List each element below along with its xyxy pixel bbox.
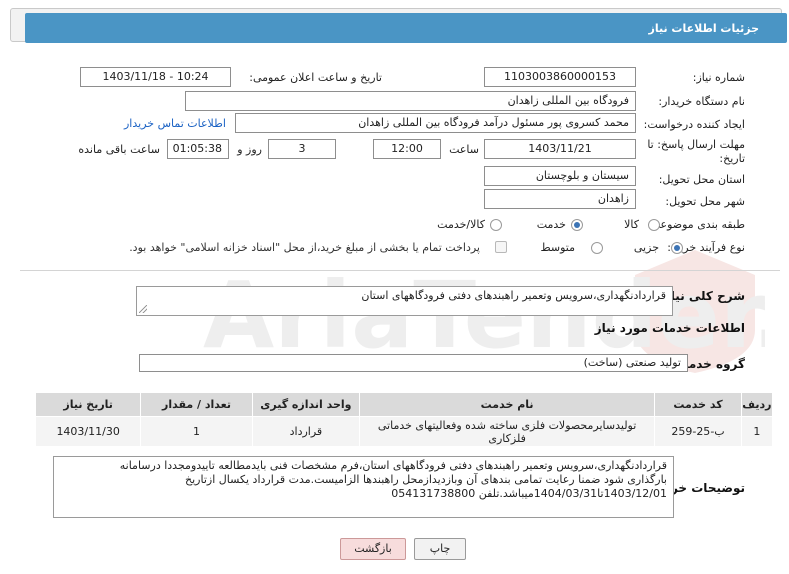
process-radio-medium[interactable] — [591, 242, 603, 254]
deadline-time-label: ساعت — [449, 143, 479, 156]
city-field: زاهدان — [484, 189, 636, 209]
buyer-notes-textarea: قراردادنگهداری،سرویس وتعمیر راهبندهای دف… — [53, 456, 674, 518]
service-group-field: تولید صنعتی (ساخت) — [139, 354, 688, 372]
remaining-label: ساعت باقی مانده — [78, 143, 160, 156]
province-label: استان محل تحویل: — [658, 173, 745, 186]
row-qty: 1 — [140, 416, 253, 447]
table-header-row: ردیف کد خدمت نام خدمت واحد اندازه گیری ت… — [34, 392, 774, 417]
row-unit: قرارداد — [251, 416, 361, 447]
col-header-index: ردیف — [740, 392, 774, 417]
category-option-service: خدمت — [536, 218, 566, 231]
services-table: ردیف کد خدمت نام خدمت واحد اندازه گیری ت… — [34, 392, 774, 447]
resize-grip[interactable] — [139, 305, 147, 313]
col-header-unit: واحد اندازه گیری — [251, 392, 361, 417]
deadline-time-field: 12:00 — [373, 139, 441, 159]
category-option-goods-service: کالا/خدمت — [437, 218, 485, 231]
buyer-notes-line3: 1403/12/01تا1404/03/31میباشد.تلفن 054131… — [391, 487, 667, 500]
city-label: شهر محل تحویل: — [665, 195, 745, 208]
summary-text: قراردادنگهداری،سرویس وتعمیر راهبندهای دف… — [361, 289, 666, 302]
category-radio-service[interactable] — [571, 219, 583, 231]
need-number-label: شماره نیاز: — [692, 71, 745, 84]
header-panel: جزئیات اطلاعات نیاز — [10, 8, 787, 43]
treasury-note: پرداخت تمام یا بخشی از مبلغ خرید،از محل … — [129, 241, 480, 254]
category-label: طبقه بندی موضوعی: — [647, 218, 745, 231]
remaining-time-field: 01:05:38 — [167, 139, 229, 159]
days-label: روز و — [237, 143, 262, 156]
process-option-minor: جزیی — [633, 241, 659, 254]
need-number-field: 1103003860000153 — [484, 67, 636, 87]
announce-label: تاریخ و ساعت اعلان عمومی: — [249, 71, 382, 84]
buyer-notes-line1: قراردادنگهداری،سرویس وتعمیر راهبندهای دف… — [119, 459, 667, 472]
deadline-label: مهلت ارسال پاسخ: تا تاریخ: — [647, 138, 745, 165]
row-name-line1: تولیدسایرمحصولات فلزی ساخته شده وفعالیته… — [377, 418, 637, 432]
print-button[interactable]: چاپ — [414, 538, 466, 560]
col-header-date: تاریخ نیاز — [34, 392, 142, 417]
buyer-notes-line2: بارگذاری شود ضمنا رعایت تمامی بندهای آن … — [185, 473, 667, 486]
row-code: ب-25-259 — [654, 416, 742, 447]
buyer-org-field: فرودگاه بین المللی زاهدان — [185, 91, 636, 111]
category-radio-goods[interactable] — [648, 219, 660, 231]
requester-field: محمد کسروی پور مسئول درآمد فرودگاه بین ا… — [235, 113, 636, 133]
category-radio-goods-service[interactable] — [490, 219, 502, 231]
row-name: تولیدسایرمحصولات فلزی ساخته شده وفعالیته… — [359, 416, 656, 447]
col-header-qty: تعداد / مقدار — [140, 392, 253, 417]
col-header-code: کد خدمت — [654, 392, 742, 417]
summary-textarea: قراردادنگهداری،سرویس وتعمیر راهبندهای دف… — [136, 286, 673, 316]
buyer-org-label: نام دستگاه خریدار: — [658, 95, 745, 108]
back-button[interactable]: بازگشت — [340, 538, 406, 560]
contact-info-link[interactable]: اطلاعات تماس خریدار — [124, 117, 226, 130]
days-field: 3 — [268, 139, 336, 159]
section-divider — [20, 270, 780, 271]
row-index: 1 — [740, 416, 774, 447]
page-title: جزئیات اطلاعات نیاز — [648, 22, 760, 35]
treasury-checkbox[interactable] — [495, 241, 507, 253]
announce-field: 1403/11/18 - 10:24 — [80, 67, 231, 87]
process-option-medium: متوسط — [540, 241, 575, 254]
table-row: 1 ب-25-259 تولیدسایرمحصولات فلزی ساخته ش… — [34, 416, 774, 447]
row-name-line2: فلزکاری — [488, 431, 526, 445]
category-option-goods: کالا — [624, 218, 639, 231]
row-date: 1403/11/30 — [34, 416, 142, 447]
col-header-name: نام خدمت — [359, 392, 656, 417]
services-section-title: اطلاعات خدمات مورد نیاز — [594, 321, 745, 335]
province-field: سیستان و بلوچستان — [484, 166, 636, 186]
process-radio-minor[interactable] — [671, 242, 683, 254]
requester-label: ایجاد کننده درخواست: — [643, 118, 745, 131]
deadline-date-field: 1403/11/21 — [484, 139, 636, 159]
